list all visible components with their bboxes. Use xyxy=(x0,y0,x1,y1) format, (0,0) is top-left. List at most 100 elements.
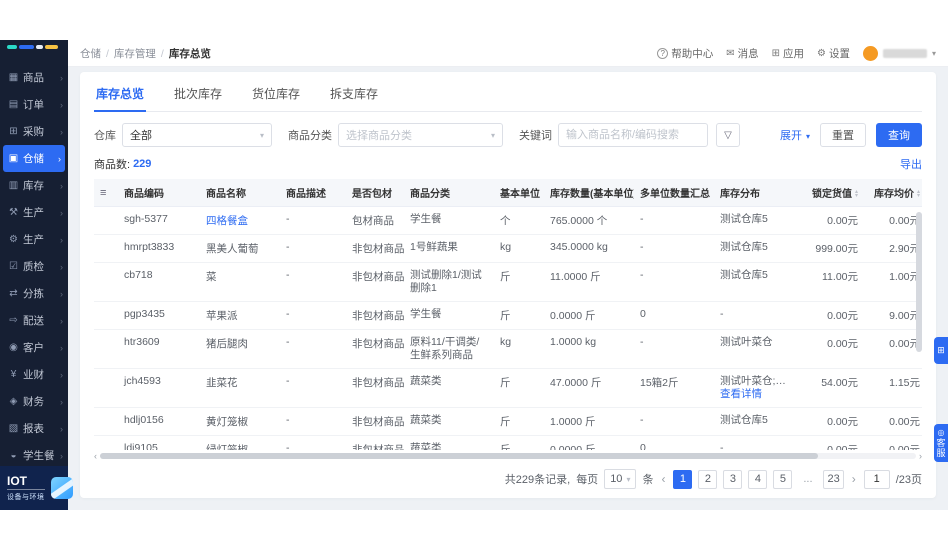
tab-批次库存[interactable]: 批次库存 xyxy=(172,78,224,111)
view-details-link[interactable]: 查看详情 xyxy=(720,388,796,401)
column-label: 是否包材 xyxy=(352,189,392,200)
iot-brand[interactable]: IOT 设备与环境 xyxy=(0,466,73,510)
keyword-input[interactable] xyxy=(558,123,708,147)
topbar-action-应用[interactable]: ⊞ 应用 xyxy=(772,46,804,61)
cell-base-unit: 斤 xyxy=(494,368,544,408)
cell-multi-unit: - xyxy=(634,262,714,302)
sidebar-item-label: 报表 xyxy=(23,423,44,435)
column-header-库存均价[interactable]: 库存均价 ▴ ▾ xyxy=(864,179,922,207)
column-header-多单位数量汇总[interactable]: 多单位数量汇总 xyxy=(634,179,714,207)
filter-funnel-button[interactable]: ▽ xyxy=(716,123,740,147)
cell-avg-price: 1.15元 xyxy=(864,368,922,408)
breadcrumb-item[interactable]: 库存总览 xyxy=(169,48,211,60)
column-header-库存分布[interactable]: 库存分布 xyxy=(714,179,802,207)
sidebar-item-商品[interactable]: ▦ 商品 › xyxy=(0,64,68,91)
expand-toggle[interactable]: 展开 ▾ xyxy=(780,127,810,143)
page-button[interactable]: 3 xyxy=(723,469,743,489)
column-header-库存数量(基本单位)[interactable]: 库存数量(基本单位) xyxy=(544,179,634,207)
sidebar-item-生产[interactable]: ⚙ 生产 › xyxy=(0,226,68,253)
chevron-right-icon: › xyxy=(60,126,63,137)
chevron-right-icon: › xyxy=(60,450,63,461)
sidebar-item-财务[interactable]: ◈ 财务 › xyxy=(0,388,68,415)
tab-库存总览[interactable]: 库存总览 xyxy=(94,78,147,112)
page-button[interactable]: 5 xyxy=(773,469,793,489)
sidebar-item-库存[interactable]: ▥ 库存 › xyxy=(0,172,68,199)
horizontal-scroll-track[interactable] xyxy=(100,453,916,459)
next-page-icon[interactable]: › xyxy=(850,472,858,486)
vertical-scrollbar[interactable] xyxy=(916,204,922,450)
table-row: jch4593 韭菜花 - 非包材商品 蔬菜类斤 47.0000 斤 15箱2斤 测试叶菜仓;… xyxy=(94,368,922,408)
topbar-action-设置[interactable]: ⚙ 设置 xyxy=(817,46,850,61)
product-name-link[interactable]: 四格餐盒 xyxy=(206,215,248,227)
page-jump-input[interactable] xyxy=(863,469,890,489)
sort-icons[interactable]: ▴ ▾ xyxy=(917,189,920,199)
cell-locked-value: 0.00元 xyxy=(802,407,864,436)
column-header-是否包材[interactable]: 是否包材 xyxy=(346,179,404,207)
page-button[interactable]: 2 xyxy=(698,469,718,489)
per-page-value: 10 xyxy=(610,473,623,485)
page-button[interactable]: 1 xyxy=(673,469,693,489)
topbar-action-消息[interactable]: ✉ 消息 xyxy=(726,46,758,61)
sidebar-item-业财[interactable]: ¥ 业财 › xyxy=(0,361,68,388)
column-header-基本单位[interactable]: 基本单位 xyxy=(494,179,544,207)
row-leading-cell xyxy=(94,301,118,330)
sidebar-item-质检[interactable]: ☑ 质检 › xyxy=(0,253,68,280)
customer-service-button[interactable]: ◎ 客服 xyxy=(934,424,948,462)
topbar-action-帮助中心[interactable]: ? 帮助中心 xyxy=(657,46,713,61)
chevron-down-icon: ▾ xyxy=(259,130,264,140)
column-settings-icon[interactable]: ≡ xyxy=(100,187,106,199)
export-link[interactable]: 导出 xyxy=(900,156,922,172)
cell-avg-price: 1.00元 xyxy=(864,262,922,302)
sidebar-item-仓储[interactable]: ▣ 仓储 › xyxy=(3,145,65,172)
sidebar-item-报表[interactable]: ▧ 报表 › xyxy=(0,415,68,442)
horizontal-scroll-thumb[interactable] xyxy=(100,453,819,459)
column-header-settings[interactable]: ≡ xyxy=(94,179,118,207)
cell-avg-price: 0.00元 xyxy=(864,407,922,436)
column-header-商品编码[interactable]: 商品编码 xyxy=(118,179,200,207)
column-header-锁定货值[interactable]: 锁定货值 ▴ ▾ xyxy=(802,179,864,207)
finance-icon: ◈ xyxy=(9,396,18,407)
sidebar-item-分拣[interactable]: ⇄ 分拣 › xyxy=(0,280,68,307)
warehouse-icon: ▣ xyxy=(8,153,19,164)
sidebar-item-生产[interactable]: ⚒ 生产 › xyxy=(0,199,68,226)
breadcrumb-item[interactable]: 仓储 xyxy=(80,48,101,60)
cell-locked-value: 54.00元 xyxy=(802,368,864,408)
page-button[interactable]: 4 xyxy=(748,469,768,489)
cell-packaging: 非包材商品 xyxy=(346,407,404,436)
sidebar-item-学生餐[interactable]: ◒ 学生餐 › xyxy=(0,442,68,466)
horizontal-scrollbar[interactable]: ‹ › xyxy=(94,451,922,461)
doc-icon: ▤ xyxy=(8,99,19,110)
table-row: sgh-5377 四格餐盒 - 包材商品 学生餐个 765.0000 个 - 测试仓库5 0.0… xyxy=(94,206,922,235)
sidebar-item-客户[interactable]: ◉ 客户 › xyxy=(0,334,68,361)
breadcrumb-item[interactable]: 库存管理 xyxy=(114,48,156,60)
scroll-left-icon[interactable]: ‹ xyxy=(94,451,97,461)
float-tasks-button[interactable]: ⊞ xyxy=(934,337,948,364)
per-page-select[interactable]: 10 ▾ xyxy=(604,469,637,489)
sort-icons[interactable]: ▴ ▾ xyxy=(855,189,858,199)
user-menu[interactable]: ▾ xyxy=(862,45,936,61)
row-leading-cell xyxy=(94,407,118,436)
warehouse-select[interactable]: 全部 ▾ xyxy=(122,123,272,147)
topbar-actions: ? 帮助中心 ✉ 消息 ⊞ 应用 ⚙ 设置 xyxy=(657,46,850,61)
sidebar-item-采购[interactable]: ⊞ 采购 › xyxy=(0,118,68,145)
scroll-right-icon[interactable]: › xyxy=(919,451,922,461)
logo-bar xyxy=(45,45,58,49)
category-select[interactable]: 选择商品分类 ▾ xyxy=(338,123,503,147)
column-header-商品分类[interactable]: 商品分类 xyxy=(404,179,494,207)
table-row: ldj9105 绿灯笼椒 - 非包材商品 蔬菜类斤 0.0000 斤 0-0.00元 0.00… xyxy=(94,435,922,450)
page-button[interactable]: 23 xyxy=(823,469,844,489)
sidebar-item-订单[interactable]: ▤ 订单 › xyxy=(0,91,68,118)
cell-stock-qty: 1.0000 斤 xyxy=(544,407,634,436)
logo-bar xyxy=(36,45,43,49)
reset-button[interactable]: 重置 xyxy=(820,123,866,147)
column-header-商品名称[interactable]: 商品名称 xyxy=(200,179,280,207)
tab-拆支库存[interactable]: 拆支库存 xyxy=(328,78,380,111)
column-header-商品描述[interactable]: 商品描述 xyxy=(280,179,346,207)
sidebar-item-配送[interactable]: ⇨ 配送 › xyxy=(0,307,68,334)
keyword-label: 关键词 xyxy=(519,130,552,142)
search-button[interactable]: 查询 xyxy=(876,123,922,147)
tab-货位库存[interactable]: 货位库存 xyxy=(250,78,302,111)
prev-page-icon[interactable]: ‹ xyxy=(659,472,667,486)
cell-stock-qty: 47.0000 斤 xyxy=(544,368,634,408)
vertical-scroll-thumb[interactable] xyxy=(916,212,922,352)
